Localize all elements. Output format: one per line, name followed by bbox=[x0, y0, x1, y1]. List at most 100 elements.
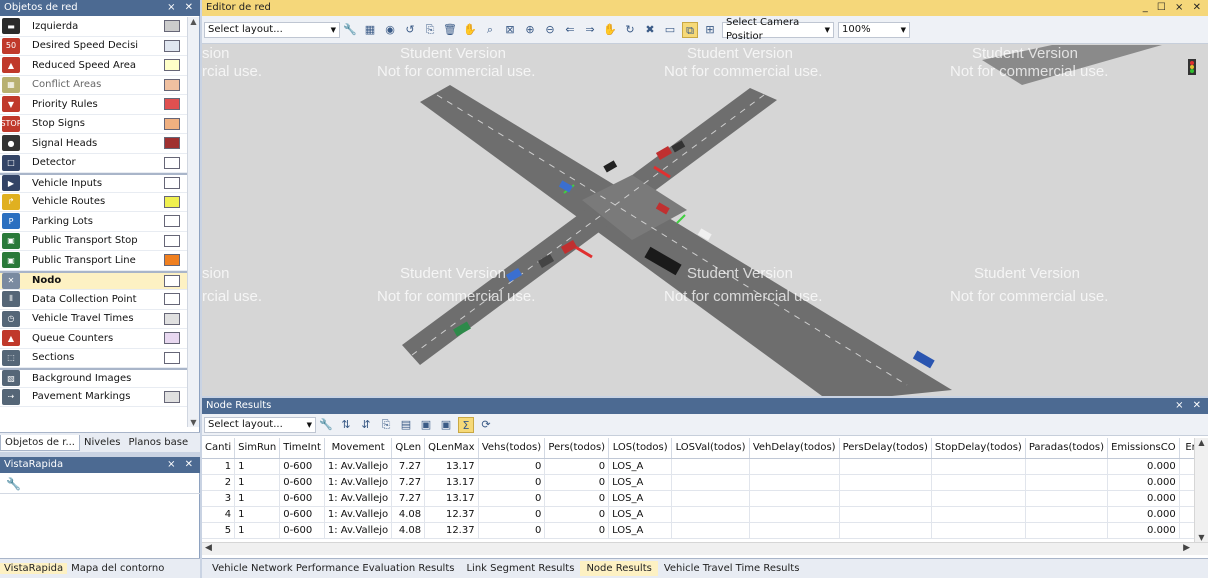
table-cell[interactable]: 0 bbox=[478, 458, 546, 475]
table-cell[interactable]: 1 bbox=[234, 490, 281, 507]
network-object-item[interactable]: P Parking Lots bbox=[0, 212, 196, 232]
table-cell[interactable]: 7.27 bbox=[391, 490, 426, 507]
results-tab[interactable]: Link Segment Results bbox=[460, 561, 580, 576]
scroll-up-icon[interactable]: ▲ bbox=[188, 17, 199, 26]
color-swatch[interactable] bbox=[164, 20, 180, 33]
table-cell[interactable]: 0-600 bbox=[279, 506, 325, 523]
table-cell[interactable]: 1: Av.Vallejo bbox=[324, 474, 393, 491]
network-object-item[interactable]: ▧ Background Images bbox=[0, 368, 196, 388]
color-swatch[interactable] bbox=[164, 234, 180, 247]
table-row[interactable]: 1 1 0-600 1: Av.Vallejo 7.27 13.17 0 0 LOS_A 0.00… bbox=[202, 458, 1208, 475]
table-cell[interactable]: 1: Av.Vallejo bbox=[324, 506, 393, 523]
camera-position-icon[interactable]: ⊞ bbox=[702, 22, 718, 38]
sort-descending-icon[interactable]: ⇵ bbox=[358, 417, 374, 433]
grid-icon[interactable]: ▦ bbox=[362, 22, 378, 38]
3d-view-icon[interactable]: ⧉ bbox=[682, 21, 698, 38]
zoom-out-icon[interactable]: ⊖ bbox=[542, 22, 558, 38]
table-cell[interactable] bbox=[1025, 506, 1109, 523]
scroll-down-icon[interactable]: ▼ bbox=[188, 418, 199, 427]
table-cell[interactable] bbox=[839, 522, 932, 539]
table-cell[interactable]: 0.000 bbox=[1107, 490, 1180, 507]
table-row[interactable]: 4 1 0-600 1: Av.Vallejo 4.08 12.37 0 0 LOS_A 0.00… bbox=[202, 506, 1208, 523]
column-header[interactable]: Movement bbox=[324, 438, 393, 459]
table-cell[interactable]: 0.000 bbox=[1107, 474, 1180, 491]
column-header[interactable]: SimRun bbox=[234, 438, 281, 459]
camera-position-select[interactable]: Select Camera Positior ▼ bbox=[722, 17, 834, 42]
tab-niveles[interactable]: Niveles bbox=[80, 437, 124, 448]
color-swatch[interactable] bbox=[164, 117, 180, 130]
color-swatch[interactable] bbox=[164, 312, 180, 325]
color-swatch[interactable] bbox=[164, 177, 180, 190]
table-cell[interactable] bbox=[931, 506, 1026, 523]
network-object-item[interactable]: ◷ Vehicle Travel Times bbox=[0, 310, 196, 329]
table-cell[interactable] bbox=[839, 458, 932, 475]
zoom-select[interactable]: 100% ▼ bbox=[838, 21, 910, 38]
layout-select[interactable]: Select layout... ▼ bbox=[204, 21, 340, 38]
network-object-item[interactable]: ● Signal Heads bbox=[0, 134, 196, 154]
column-header[interactable]: LOSVal(todos) bbox=[671, 438, 750, 459]
color-swatch[interactable] bbox=[164, 254, 180, 267]
zoom-in-icon[interactable]: ⊕ bbox=[522, 22, 538, 38]
network-object-item[interactable]: 50 Desired Speed Decisi bbox=[0, 37, 196, 56]
table-cell[interactable]: 0 bbox=[544, 458, 610, 475]
table-cell[interactable] bbox=[749, 474, 840, 491]
tab-mapa-del-contorno[interactable]: Mapa del contorno bbox=[67, 563, 168, 574]
table-cell[interactable] bbox=[1025, 474, 1109, 491]
color-swatch[interactable] bbox=[164, 332, 180, 345]
column-header[interactable]: VehDelay(todos) bbox=[749, 438, 840, 459]
table-cell[interactable] bbox=[1025, 490, 1109, 507]
table-row[interactable]: 2 1 0-600 1: Av.Vallejo 7.27 13.17 0 0 LOS_A 0.00… bbox=[202, 474, 1208, 491]
results-tab[interactable]: Vehicle Network Performance Evaluation R… bbox=[206, 561, 460, 576]
table-cell[interactable]: 0-600 bbox=[279, 458, 325, 475]
tab-planos-base[interactable]: Planos base bbox=[124, 437, 192, 448]
hand-icon[interactable]: ✋ bbox=[602, 22, 618, 38]
results-tab[interactable]: Node Results bbox=[580, 561, 658, 576]
network-object-item[interactable]: ▣ Public Transport Stop bbox=[0, 232, 196, 251]
table-cell[interactable] bbox=[671, 490, 750, 507]
table-cell[interactable]: 12.37 bbox=[424, 522, 479, 539]
table-cell[interactable]: 0 bbox=[544, 474, 610, 491]
scroll-down-icon[interactable]: ▼ bbox=[1195, 533, 1208, 542]
table-cell[interactable] bbox=[671, 458, 750, 475]
table-cell[interactable]: LOS_A bbox=[608, 522, 673, 539]
zoom-fit-icon[interactable]: ⊠ bbox=[502, 22, 518, 38]
column-header[interactable]: Vehs(todos) bbox=[478, 438, 546, 459]
forward-arrow-icon[interactable]: ⇒ bbox=[582, 22, 598, 38]
save-icon[interactable]: ▣ bbox=[418, 417, 434, 433]
back-arrow-icon[interactable]: ⇐ bbox=[562, 22, 578, 38]
table-cell[interactable] bbox=[931, 490, 1026, 507]
table-cell[interactable] bbox=[839, 474, 932, 491]
column-header[interactable]: QLen bbox=[391, 438, 426, 459]
color-swatch[interactable] bbox=[164, 215, 180, 228]
network-object-item[interactable]: □ Detector bbox=[0, 154, 196, 173]
network-object-item[interactable]: ▶ Vehicle Inputs bbox=[0, 173, 196, 193]
table-cell[interactable] bbox=[749, 522, 840, 539]
table-cell[interactable]: 0 bbox=[544, 490, 610, 507]
wrench-icon[interactable]: 🔧 bbox=[342, 22, 358, 38]
table-cell[interactable] bbox=[671, 474, 750, 491]
table-cell[interactable]: 3 bbox=[202, 490, 236, 507]
results-tab[interactable]: Vehicle Travel Time Results bbox=[658, 561, 806, 576]
color-swatch[interactable] bbox=[164, 59, 180, 72]
window-controls[interactable]: _ ☐ ⨯ ✕ bbox=[1143, 0, 1208, 16]
table-cell[interactable] bbox=[931, 522, 1026, 539]
screenshot-icon[interactable]: ▭ bbox=[662, 22, 678, 38]
column-header[interactable]: QLenMax bbox=[424, 438, 479, 459]
network-object-item[interactable]: ▼ Priority Rules bbox=[0, 95, 196, 115]
table-cell[interactable]: 0.000 bbox=[1107, 458, 1180, 475]
table-cell[interactable] bbox=[931, 458, 1026, 475]
table-cell[interactable] bbox=[749, 458, 840, 475]
pane-controls[interactable]: ⨯ ✕ bbox=[167, 457, 200, 473]
pane-controls[interactable]: ⨯ ✕ bbox=[167, 0, 200, 16]
scroll-right-icon[interactable]: ▶ bbox=[1183, 543, 1190, 553]
table-cell[interactable]: 1 bbox=[234, 522, 281, 539]
table-cell[interactable]: 1: Av.Vallejo bbox=[324, 522, 393, 539]
table-cell[interactable]: 1 bbox=[234, 506, 281, 523]
network-object-item[interactable]: ⇢ Pavement Markings bbox=[0, 388, 196, 407]
color-swatch[interactable] bbox=[164, 78, 180, 91]
table-cell[interactable]: 4.08 bbox=[391, 522, 426, 539]
wrench-icon[interactable]: 🔧 bbox=[0, 474, 200, 494]
table-cell[interactable]: 0 bbox=[478, 490, 546, 507]
network-object-item[interactable]: ▦ Conflict Areas bbox=[0, 76, 196, 95]
table-cell[interactable]: 13.17 bbox=[424, 490, 479, 507]
